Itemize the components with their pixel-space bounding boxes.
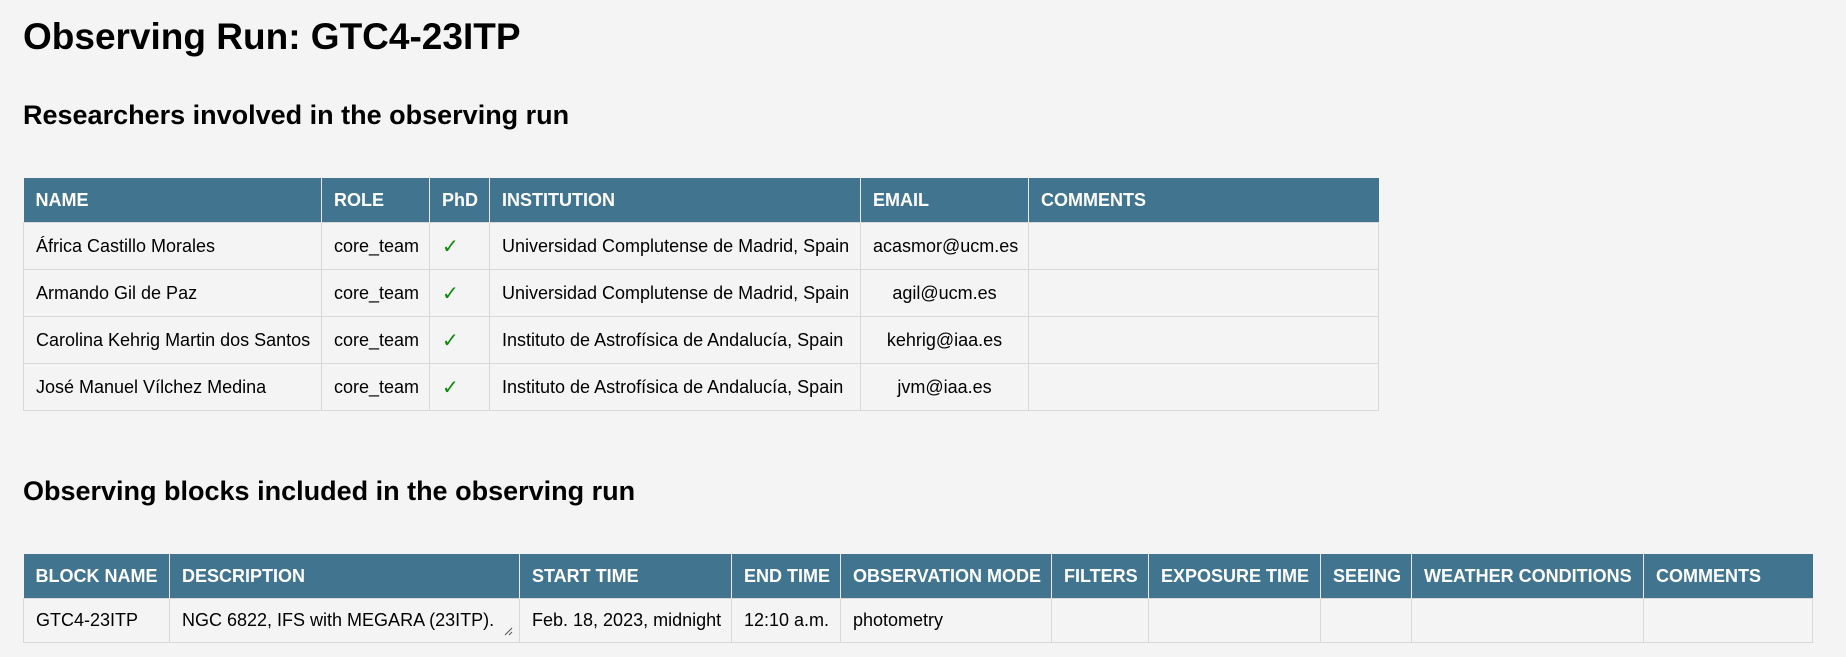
column-header-start-time: START TIME	[519, 554, 732, 599]
block-start-time: Feb. 18, 2023, midnight	[519, 598, 732, 643]
column-header-comments: COMMENTS	[1028, 178, 1379, 223]
researcher-comments	[1028, 316, 1379, 364]
researcher-name: África Castillo Morales	[23, 222, 322, 270]
check-icon: ✓	[442, 282, 459, 305]
check-icon: ✓	[442, 235, 459, 258]
page-title: Observing Run: GTC4-23ITP	[23, 16, 521, 57]
researcher-email: agil@ucm.es	[860, 269, 1029, 317]
researcher-comments	[1028, 222, 1379, 270]
column-header-phd: PhD	[429, 178, 490, 223]
observing-blocks-table: BLOCK NAME DESCRIPTION START TIME END TI…	[23, 554, 1813, 643]
column-header-end-time: END TIME	[731, 554, 841, 599]
column-header-role: ROLE	[321, 178, 430, 223]
phd-cell: ✓	[429, 316, 490, 364]
researchers-heading: Researchers involved in the observing ru…	[23, 100, 570, 130]
block-exposure-time	[1148, 598, 1321, 643]
researcher-role: core_team	[321, 269, 430, 317]
researcher-name: José Manuel Vílchez Medina	[23, 363, 322, 411]
column-header-observation-mode: OBSERVATION MODE	[840, 554, 1052, 599]
column-header-description: DESCRIPTION	[169, 554, 520, 599]
table-row: José Manuel Vílchez Medina core_team ✓ I…	[23, 363, 1379, 411]
resize-handle-icon[interactable]	[503, 626, 513, 636]
researchers-header-row: NAME ROLE PhD INSTITUTION EMAIL COMMENTS	[23, 178, 1379, 223]
researcher-role: core_team	[321, 363, 430, 411]
researcher-email: kehrig@iaa.es	[860, 316, 1029, 364]
researcher-name: Carolina Kehrig Martin dos Santos	[23, 316, 322, 364]
researcher-name: Armando Gil de Paz	[23, 269, 322, 317]
column-header-exposure-time: EXPOSURE TIME	[1148, 554, 1321, 599]
block-description-field[interactable]: NGC 6822, IFS with MEGARA (23ITP).	[169, 598, 520, 643]
column-header-block-name: BLOCK NAME	[23, 554, 170, 599]
check-icon: ✓	[442, 376, 459, 399]
table-row: Armando Gil de Paz core_team ✓ Universid…	[23, 269, 1379, 317]
column-header-name: NAME	[23, 178, 322, 223]
phd-cell: ✓	[429, 222, 490, 270]
researcher-email: jvm@iaa.es	[860, 363, 1029, 411]
check-icon: ✓	[442, 329, 459, 352]
researcher-institution: Instituto de Astrofísica de Andalucía, S…	[489, 316, 861, 364]
table-row: Carolina Kehrig Martin dos Santos core_t…	[23, 316, 1379, 364]
column-header-filters: FILTERS	[1051, 554, 1149, 599]
phd-cell: ✓	[429, 363, 490, 411]
column-header-weather-conditions: WEATHER CONDITIONS	[1411, 554, 1644, 599]
block-comments	[1643, 598, 1813, 643]
table-row: GTC4-23ITP NGC 6822, IFS with MEGARA (23…	[23, 598, 1813, 643]
column-header-email: EMAIL	[860, 178, 1029, 223]
block-seeing	[1320, 598, 1412, 643]
researcher-institution: Instituto de Astrofísica de Andalucía, S…	[489, 363, 861, 411]
column-header-institution: INSTITUTION	[489, 178, 861, 223]
researcher-role: core_team	[321, 316, 430, 364]
block-observation-mode: photometry	[840, 598, 1052, 643]
researcher-institution: Universidad Complutense de Madrid, Spain	[489, 222, 861, 270]
block-end-time: 12:10 a.m.	[731, 598, 841, 643]
researchers-table: NAME ROLE PhD INSTITUTION EMAIL COMMENTS…	[23, 178, 1379, 411]
researcher-institution: Universidad Complutense de Madrid, Spain	[489, 269, 861, 317]
column-header-comments: COMMENTS	[1643, 554, 1813, 599]
researcher-comments	[1028, 363, 1379, 411]
phd-cell: ✓	[429, 269, 490, 317]
table-row: África Castillo Morales core_team ✓ Univ…	[23, 222, 1379, 270]
observing-blocks-heading: Observing blocks included in the observi…	[23, 476, 636, 506]
researcher-email: acasmor@ucm.es	[860, 222, 1029, 270]
block-weather-conditions	[1411, 598, 1644, 643]
researcher-comments	[1028, 269, 1379, 317]
block-filters	[1051, 598, 1149, 643]
block-description-text: NGC 6822, IFS with MEGARA (23ITP).	[182, 610, 495, 630]
blocks-header-row: BLOCK NAME DESCRIPTION START TIME END TI…	[23, 554, 1813, 599]
researcher-role: core_team	[321, 222, 430, 270]
column-header-seeing: SEEING	[1320, 554, 1412, 599]
block-name: GTC4-23ITP	[23, 598, 170, 643]
